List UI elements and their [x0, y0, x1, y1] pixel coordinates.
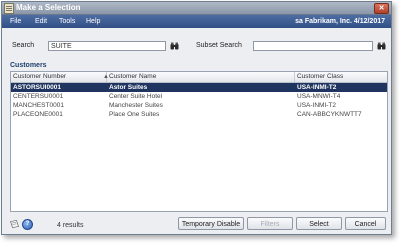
window-title: Make a Selection [16, 3, 81, 12]
close-button[interactable]: ✕ [374, 3, 389, 14]
cancel-button[interactable]: Cancel [345, 217, 386, 230]
cell-customer-name: Manchester Suites [109, 102, 163, 109]
grid-header: Customer Number ▲ Customer Name Customer… [11, 72, 387, 83]
cell-customer-class: CAN-ABBCYKNWTT7 [297, 111, 362, 118]
cell-customer-number: PLACEONE0001 [13, 111, 63, 118]
cell-customer-number: ASTORSUI0001 [13, 84, 61, 91]
subset-search-label: Subset Search [196, 42, 242, 49]
window-icon [4, 3, 14, 14]
help-icon[interactable]: ? [22, 219, 33, 230]
note-icon[interactable] [10, 220, 19, 228]
footer-bar: ? 4 results Temporary Disable Filters Se… [2, 213, 391, 234]
cell-customer-name: Place One Suites [109, 111, 160, 118]
customers-section-title: Customers [10, 62, 47, 69]
subset-search-input[interactable] [253, 41, 373, 51]
temporary-disable-button[interactable]: Temporary Disable [178, 217, 244, 230]
subset-search-binoculars-icon[interactable] [377, 42, 386, 50]
select-button[interactable]: Select [296, 217, 342, 230]
cell-customer-name: Astor Suites [109, 84, 148, 91]
cell-customer-number: MANCHEST0001 [13, 102, 64, 109]
cell-customer-name: Center Suite Hotel [109, 93, 163, 100]
make-a-selection-window: Make a Selection ✕ File Edit Tools Help … [1, 1, 392, 235]
search-input[interactable]: SUITE [48, 41, 166, 51]
menu-help[interactable]: Help [86, 15, 100, 28]
results-count: 4 results [57, 222, 84, 229]
search-label: Search [12, 42, 35, 49]
menu-edit[interactable]: Edit [35, 15, 47, 28]
column-header-customer-name[interactable]: Customer Name [107, 72, 295, 82]
table-row[interactable]: ASTORSUI0001 Astor Suites USA-INMI-T2 [11, 83, 387, 92]
table-row[interactable]: MANCHEST0001 Manchester Suites USA-INMI-… [11, 101, 387, 110]
menu-file[interactable]: File [10, 15, 21, 28]
menu-tools[interactable]: Tools [59, 15, 75, 28]
cell-customer-class: USA-INMI-T2 [297, 84, 337, 91]
table-row[interactable]: PLACEONE0001 Place One Suites CAN-ABBCYK… [11, 110, 387, 119]
filters-button[interactable]: Filters [247, 217, 293, 230]
cell-customer-class: USA-MNWI-T4 [297, 93, 341, 100]
menu-bar: File Edit Tools Help sa Fabrikam, Inc. 4… [2, 15, 391, 28]
user-company-date: sa Fabrikam, Inc. 4/12/2017 [295, 18, 385, 25]
cell-customer-number: CENTERSU0001 [13, 93, 64, 100]
title-bar: Make a Selection ✕ [2, 2, 391, 15]
column-header-label: Customer Number [13, 73, 67, 80]
cell-customer-class: USA-INMI-T2 [297, 102, 336, 109]
table-row[interactable]: CENTERSU0001 Center Suite Hotel USA-MNWI… [11, 92, 387, 101]
search-binoculars-icon[interactable] [170, 42, 179, 50]
column-header-customer-number[interactable]: Customer Number [11, 72, 107, 82]
customers-grid: Customer Number ▲ Customer Name Customer… [10, 71, 388, 212]
column-header-customer-class[interactable]: Customer Class [295, 72, 387, 82]
